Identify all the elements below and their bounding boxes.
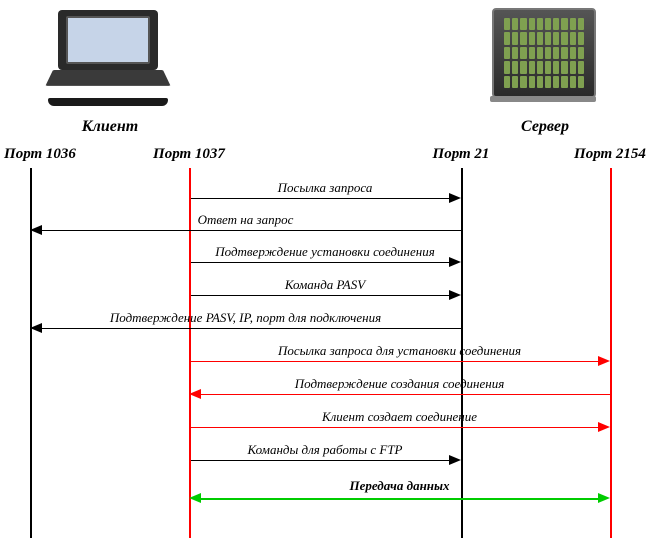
msg-7: Подтверждение создания соединения: [189, 376, 610, 392]
arrowhead-6: [598, 356, 610, 366]
msg-5: Подтверждение PASV, IP, порт для подключ…: [30, 310, 461, 326]
msg-3: Подтверждение установки соединения: [189, 244, 461, 260]
arrowhead-2: [30, 225, 42, 235]
arrowhead-8: [598, 422, 610, 432]
arrow-5: [42, 328, 461, 329]
arrow-3: [191, 262, 449, 263]
arrow-4: [191, 295, 449, 296]
port-1036-label: Порт 1036: [0, 146, 80, 163]
client-label: Клиент: [60, 118, 160, 136]
arrow-8: [191, 427, 598, 428]
arrowhead-4: [449, 290, 461, 300]
arrowhead-5: [30, 323, 42, 333]
port-1037-label: Порт 1037: [149, 146, 229, 163]
port-2154-label: Порт 2154: [568, 146, 652, 163]
msg-4: Команда PASV: [189, 277, 461, 293]
lifeline-2154: [610, 168, 612, 538]
msg-6: Посылка запроса для установки соединения: [189, 343, 610, 359]
arrowhead-1: [449, 193, 461, 203]
arrowhead-7: [189, 389, 201, 399]
arrow-1: [191, 198, 449, 199]
laptop-icon: [48, 10, 168, 110]
arrowhead-10-left: [189, 493, 201, 503]
arrow-2: [42, 230, 461, 231]
sequence-diagram: Клиент Сервер Порт 1036 Порт 1037 Порт 2…: [0, 0, 657, 548]
msg-10: Передача данных: [189, 478, 610, 494]
arrow-10: [201, 498, 598, 500]
msg-8: Клиент создает соединение: [189, 409, 610, 425]
msg-2: Ответ на запрос: [30, 212, 461, 228]
arrowhead-3: [449, 257, 461, 267]
arrow-6: [191, 361, 598, 362]
server-icon: [490, 8, 600, 108]
arrowhead-9: [449, 455, 461, 465]
arrow-7: [201, 394, 610, 395]
arrowhead-10-right: [598, 493, 610, 503]
msg-9: Команды для работы с FTP: [189, 442, 461, 458]
port-21-label: Порт 21: [421, 146, 501, 163]
msg-1: Посылка запроса: [189, 180, 461, 196]
arrow-9: [191, 460, 449, 461]
server-label: Сервер: [495, 118, 595, 136]
